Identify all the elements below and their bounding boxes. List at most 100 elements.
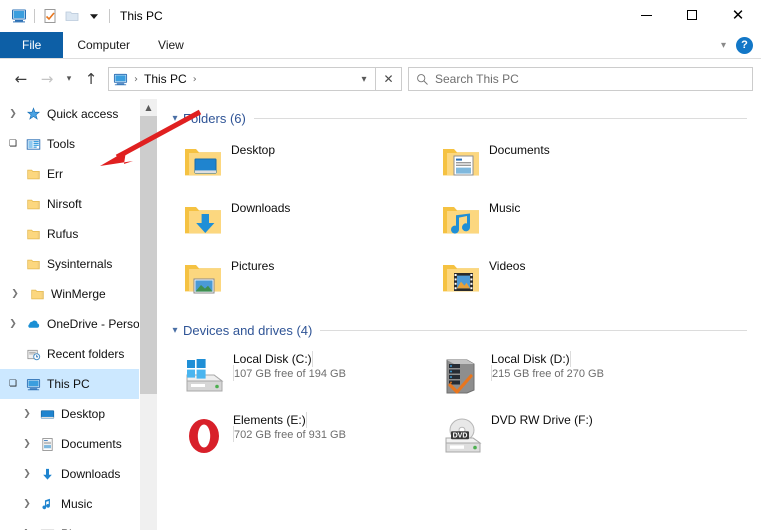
chevron-right-icon[interactable]: ❯ — [4, 109, 22, 119]
sidebar-scrollbar[interactable]: ▲ — [139, 99, 157, 530]
sidebar-item-desktop[interactable]: ❯ Desktop — [0, 399, 157, 429]
drive-tile-local-disk-c[interactable]: Local Disk (C:) 107 GB free of 194 GB — [175, 345, 433, 406]
minimize-button[interactable] — [623, 0, 669, 30]
scrollbar-thumb[interactable] — [140, 116, 157, 394]
folder-tile-label: Documents — [489, 143, 550, 157]
tab-computer[interactable]: Computer — [63, 32, 144, 58]
folder-tile-desktop[interactable]: Desktop — [175, 133, 433, 191]
sidebar-item-label: Nirsoft — [47, 197, 82, 211]
folder-icon — [22, 227, 44, 242]
star-icon — [22, 106, 44, 122]
sidebar-item-tools[interactable]: ❏ Tools — [0, 129, 157, 159]
chevron-down-icon[interactable]: ❏ — [4, 139, 22, 149]
sidebar-item-rufus[interactable]: Rufus — [0, 219, 157, 249]
recent-folders-icon — [22, 347, 44, 362]
this-pc-icon — [109, 72, 131, 87]
toolbar-separator — [34, 9, 35, 23]
folder-tile-documents[interactable]: Documents — [433, 133, 691, 191]
sidebar-item-sysinternals[interactable]: Sysinternals — [0, 249, 157, 279]
sidebar-item-nirsoft[interactable]: Nirsoft — [0, 189, 157, 219]
sidebar-item-label: Desktop — [61, 407, 106, 421]
folder-tile-downloads[interactable]: Downloads — [175, 191, 433, 249]
sidebar-item-winmerge[interactable]: ❯ WinMerge — [0, 279, 157, 309]
folder-icon — [22, 197, 44, 212]
sidebar-item-this-pc[interactable]: ❏ This PC — [0, 369, 157, 399]
tab-file[interactable]: File — [0, 32, 64, 58]
chevron-right-icon[interactable]: ❯ — [4, 289, 26, 299]
recent-locations-button[interactable]: ▾ — [60, 66, 78, 92]
drive-tile-local-disk-d[interactable]: Local Disk (D:) 215 GB free of 270 GB — [433, 345, 691, 406]
folder-tile-pictures[interactable]: Pictures — [175, 249, 433, 307]
scroll-up-icon[interactable]: ▲ — [140, 99, 157, 116]
search-input[interactable]: Search This PC — [435, 72, 519, 86]
sidebar-item-label: Downloads — [61, 467, 121, 481]
sidebar-item-recent-folders[interactable]: Recent folders — [0, 339, 157, 369]
drive-label: Local Disk (D:) — [491, 352, 570, 366]
breadcrumb-separator[interactable]: › — [131, 74, 141, 85]
folder-tile-videos[interactable]: Videos — [433, 249, 691, 307]
customize-dropdown-icon[interactable] — [83, 5, 105, 27]
folder-music-icon — [433, 202, 489, 238]
folder-documents-icon — [433, 144, 489, 180]
group-header-folders[interactable]: ▾ Folders (6) — [167, 99, 761, 131]
new-folder-icon[interactable] — [61, 5, 83, 27]
chevron-right-icon[interactable]: ❯ — [18, 469, 36, 479]
folder-icon — [26, 287, 48, 302]
desktop-icon — [36, 407, 58, 422]
properties-icon[interactable] — [39, 5, 61, 27]
ribbon-right-controls: ▾ ? — [717, 32, 757, 58]
sidebar-item-label: Sysinternals — [47, 257, 113, 271]
tab-view[interactable]: View — [144, 32, 198, 58]
sidebar-item-pictures[interactable]: ❯ Pictures — [0, 519, 157, 530]
chevron-down-icon[interactable]: ▾ — [167, 325, 183, 336]
sidebar-item-label: This PC — [47, 377, 90, 391]
this-pc-icon — [22, 377, 44, 392]
sidebar-item-label: Quick access — [47, 107, 119, 121]
stop-refresh-button[interactable]: ✕ — [376, 67, 402, 91]
folder-pictures-icon — [175, 260, 231, 296]
sidebar-item-onedrive[interactable]: ❯ OneDrive - Personal — [0, 309, 157, 339]
address-bar[interactable]: › This PC › ▾ — [108, 67, 376, 91]
group-divider — [320, 329, 747, 331]
library-icon — [22, 137, 44, 152]
navigation-pane: ❯ Quick access ❏ Tools Err Nirsoft Rufus… — [0, 99, 157, 530]
search-box[interactable]: Search This PC — [408, 67, 753, 91]
help-icon[interactable]: ? — [736, 36, 753, 54]
drive-tile-dvd-rw-f[interactable]: DVD DVD RW Drive (F:) — [433, 406, 691, 467]
title-bar: This PC ✕ — [0, 0, 761, 32]
group-header-devices[interactable]: ▾ Devices and drives (4) — [167, 307, 761, 343]
folder-tile-music[interactable]: Music — [433, 191, 691, 249]
sidebar-item-music[interactable]: ❯ Music — [0, 489, 157, 519]
chevron-right-icon[interactable]: ❯ — [4, 319, 22, 329]
sidebar-item-downloads[interactable]: ❯ Downloads — [0, 459, 157, 489]
chevron-down-icon[interactable]: ❏ — [4, 379, 22, 389]
chevron-down-icon[interactable]: ▾ — [353, 74, 375, 85]
folder-icon — [22, 257, 44, 272]
sidebar-item-label: Recent folders — [47, 347, 125, 361]
sidebar-item-quick-access[interactable]: ❯ Quick access — [0, 99, 157, 129]
onedrive-cloud-icon — [22, 316, 44, 332]
sidebar-item-documents[interactable]: ❯ Documents — [0, 429, 157, 459]
close-button[interactable]: ✕ — [715, 0, 761, 30]
sidebar-item-label: Documents — [61, 437, 122, 451]
breadcrumb-separator-2[interactable]: › — [190, 74, 200, 85]
chevron-right-icon[interactable]: ❯ — [18, 499, 36, 509]
chevron-right-icon[interactable]: ❯ — [18, 409, 36, 419]
chevron-down-icon[interactable]: ▾ — [717, 40, 730, 51]
chevron-right-icon[interactable]: ❯ — [18, 439, 36, 449]
maximize-button[interactable] — [669, 0, 715, 30]
breadcrumb-this-pc[interactable]: This PC — [141, 72, 190, 86]
forward-button[interactable]: → — [34, 66, 60, 92]
drive-info: Elements (E:) 702 GB free of 931 GB — [233, 410, 346, 442]
this-pc-icon[interactable] — [8, 5, 30, 27]
drive-free-space: 107 GB free of 194 GB — [234, 368, 346, 380]
drive-tile-elements-e[interactable]: Elements (E:) 702 GB free of 931 GB — [175, 406, 433, 467]
back-button[interactable]: ← — [8, 66, 34, 92]
drive-free-space: 215 GB free of 270 GB — [492, 368, 604, 380]
chevron-down-icon[interactable]: ▾ — [167, 113, 183, 124]
sidebar-item-label: WinMerge — [51, 287, 106, 301]
sidebar-item-err[interactable]: Err — [0, 159, 157, 189]
close-icon: ✕ — [731, 5, 745, 24]
drive-info: DVD RW Drive (F:) — [491, 410, 593, 427]
up-button[interactable]: ↑ — [78, 66, 104, 92]
